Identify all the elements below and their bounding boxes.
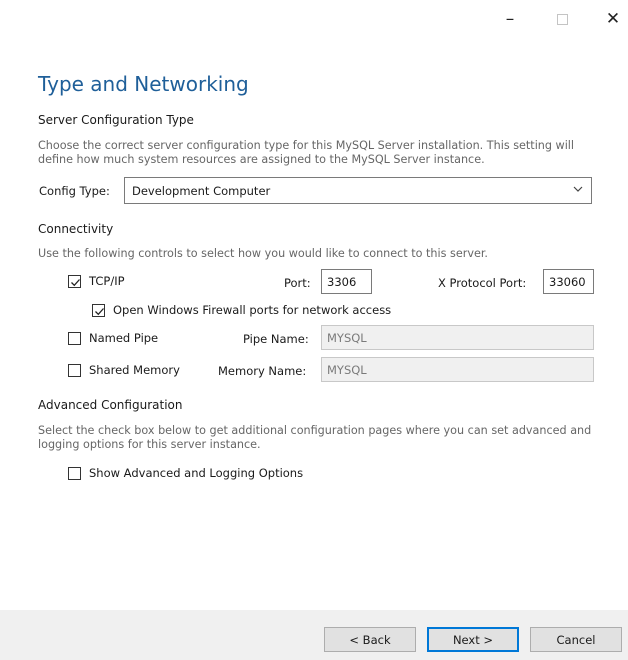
cancel-button-label: Cancel [556,632,596,647]
named-pipe-label: Named Pipe [89,331,159,345]
connectivity-description: Use the following controls to select how… [38,247,488,260]
server-config-description: Choose the correct server configuration … [38,139,575,166]
memory-name-input[interactable]: MYSQL [321,357,594,382]
show-advanced-checkbox[interactable] [68,467,81,480]
shared-memory-checkbox[interactable] [68,364,81,377]
maximize-icon [556,13,568,25]
next-button-label: Next > [452,632,494,647]
config-type-value: Development Computer [132,183,271,198]
port-input[interactable]: 3306 [321,269,372,294]
show-advanced-label: Show Advanced and Logging Options [89,466,304,480]
pipe-name-label: Pipe Name: [243,332,309,346]
x-protocol-port-label: X Protocol Port: [438,276,527,290]
checkmark-icon [71,279,80,287]
shared-memory-label: Shared Memory [89,363,180,377]
named-pipe-checkbox[interactable] [68,332,81,345]
advanced-config-description: Select the check box below to get additi… [38,424,592,451]
pipe-name-input[interactable]: MYSQL [321,325,594,350]
next-button[interactable]: Next > [427,627,519,652]
firewall-label: Open Windows Firewall ports for network … [113,303,392,317]
close-icon: ✕ [605,9,621,29]
connectivity-heading: Connectivity [38,222,114,236]
page-title: Type and Networking [38,72,249,96]
minimize-button[interactable]: – [496,8,524,30]
close-button[interactable]: ✕ [599,8,627,30]
cancel-button[interactable]: Cancel [530,627,622,652]
chevron-down-icon [573,186,583,192]
x-protocol-port-input[interactable]: 33060 [543,269,594,294]
server-config-heading: Server Configuration Type [38,113,194,127]
tcpip-label: TCP/IP [89,274,125,288]
back-button[interactable]: < Back [324,627,416,652]
advanced-config-heading: Advanced Configuration [38,398,183,412]
tcpip-checkbox[interactable] [68,275,81,288]
minimize-icon: – [505,9,515,29]
checkmark-icon [95,308,104,316]
back-button-label: < Back [349,632,391,647]
config-type-label: Config Type: [39,184,110,198]
firewall-checkbox[interactable] [92,304,105,317]
port-label: Port: [284,276,311,290]
config-type-select[interactable]: Development Computer [124,177,592,204]
maximize-button[interactable] [548,8,576,30]
memory-name-label: Memory Name: [218,364,307,378]
